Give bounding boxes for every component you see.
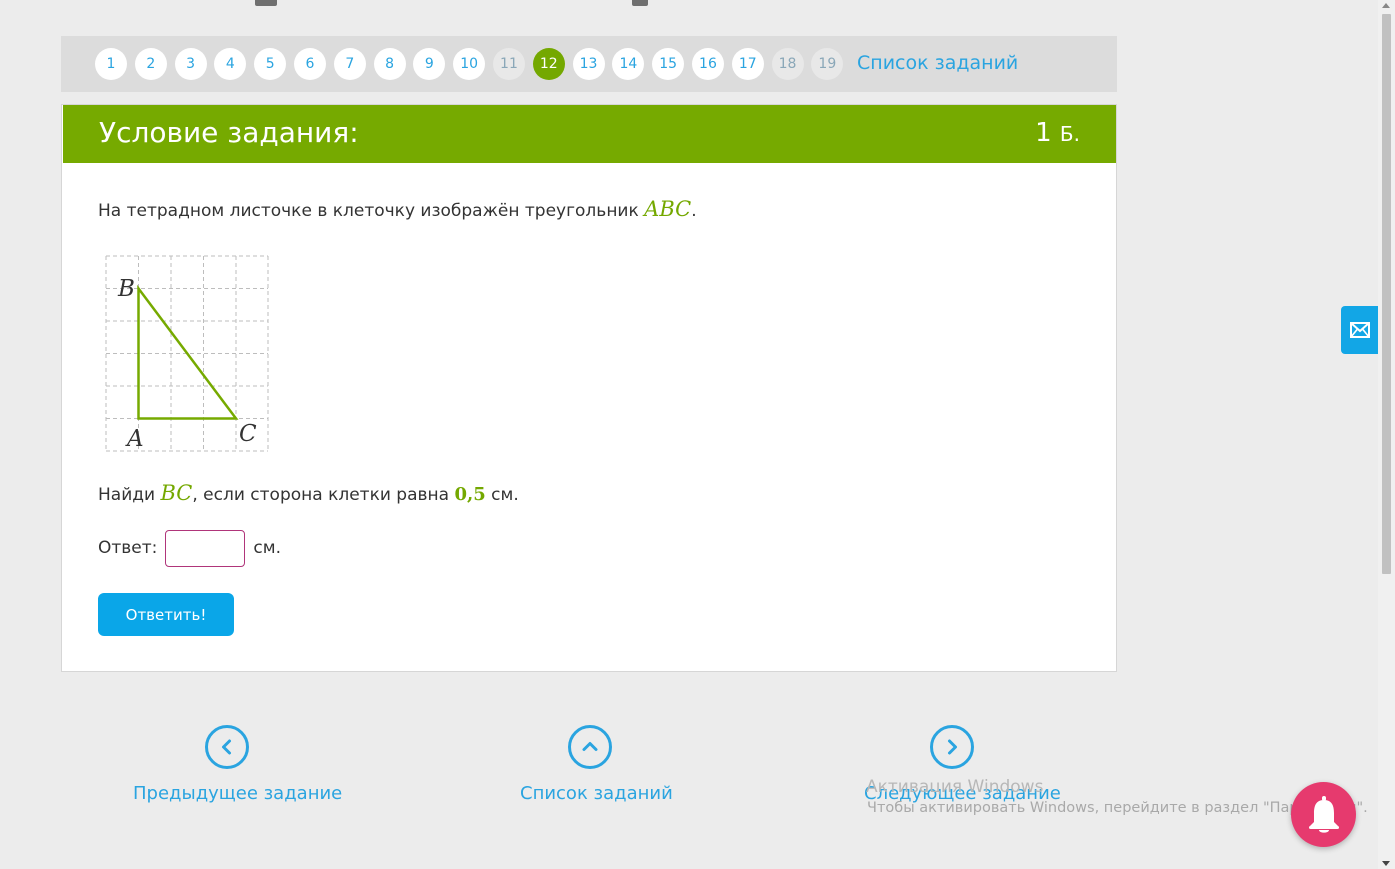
prev-task-label[interactable]: Предыдущее задание — [133, 783, 342, 804]
question-suffix: см. — [485, 485, 519, 505]
pagination-item-14[interactable]: 14 — [612, 48, 645, 80]
pagination-item-11[interactable]: 11 — [492, 48, 525, 80]
pagination-item-12[interactable]: 12 — [532, 48, 565, 80]
question-math: BC — [160, 481, 193, 505]
pagination-item-1[interactable]: 1 — [95, 48, 127, 80]
pagination-numbers: 1 2 3 4 5 6 7 8 9 10 11 12 13 14 15 16 17 18 19 — [95, 48, 851, 80]
pagination-item-4[interactable]: 4 — [214, 48, 247, 80]
pagination-item-18[interactable]: 18 — [771, 48, 804, 80]
notification-bell-button[interactable] — [1291, 782, 1356, 847]
prev-task-nav[interactable]: Предыдущее задание — [133, 725, 342, 804]
pagination-item-16[interactable]: 16 — [691, 48, 724, 80]
pagination-item-19[interactable]: 19 — [811, 48, 844, 80]
statement-text: На тетрадном листочке в клеточку изображ… — [98, 201, 645, 221]
task-card: Условие задания: 1 Б. На тетрадном листо… — [61, 104, 1117, 672]
pagination-item-8[interactable]: 8 — [373, 48, 406, 80]
scroll-up-arrow-icon[interactable] — [1382, 3, 1390, 8]
windows-activation-title: Активация Windows — [866, 777, 1044, 797]
chevron-right-icon[interactable] — [930, 725, 974, 769]
grid-triangle-drawing: B A C — [105, 255, 269, 452]
pagination-item-17[interactable]: 17 — [731, 48, 764, 80]
page-scrollbar[interactable] — [1378, 0, 1395, 869]
task-statement: На тетрадном листочке в клеточку изображ… — [98, 197, 697, 221]
pagination-item-3[interactable]: 3 — [174, 48, 207, 80]
answer-row: Ответ: см. — [98, 529, 281, 567]
vertex-label-c: C — [239, 421, 257, 447]
page: 1 2 3 4 5 6 7 8 9 10 11 12 13 14 15 16 17 18 19 Список зад… — [0, 0, 1395, 869]
question-value: 0,5 — [454, 484, 486, 505]
feedback-mail-tab[interactable] — [1341, 306, 1379, 354]
pagination-item-9[interactable]: 9 — [413, 48, 446, 80]
answer-unit: см. — [253, 538, 281, 558]
bell-icon[interactable] — [1306, 795, 1342, 835]
task-header-title: Условие задания: — [99, 116, 359, 149]
answer-input[interactable] — [165, 529, 246, 567]
chevron-up-icon[interactable] — [568, 725, 612, 769]
cut-off-heading — [0, 0, 1395, 8]
task-list-link[interactable]: Список заданий — [857, 52, 1018, 74]
submit-answer-button[interactable]: Ответить! — [98, 593, 234, 636]
pagination-item-15[interactable]: 15 — [652, 48, 685, 80]
chevron-left-icon[interactable] — [205, 725, 249, 769]
pagination-item-7[interactable]: 7 — [333, 48, 366, 80]
task-pagination: 1 2 3 4 5 6 7 8 9 10 11 12 13 14 15 16 17 18 19 Список зад… — [61, 36, 1117, 92]
answer-label: Ответ: — [98, 538, 158, 558]
triangle-figure: B A C — [102, 252, 272, 452]
statement-math: ABC — [644, 197, 692, 221]
pagination-item-10[interactable]: 10 — [453, 48, 486, 80]
task-list-nav[interactable]: Список заданий — [520, 725, 673, 804]
vertex-label-a: A — [125, 426, 144, 452]
statement-end: . — [691, 201, 697, 221]
scroll-down-arrow-icon[interactable] — [1382, 861, 1390, 866]
task-question: Найди BC, если сторона клетки равна 0,5 … — [98, 481, 519, 505]
mail-icon[interactable] — [1350, 322, 1370, 338]
pagination-item-13[interactable]: 13 — [572, 48, 605, 80]
question-middle: , если сторона клетки равна — [192, 485, 455, 505]
pagination-item-5[interactable]: 5 — [254, 48, 287, 80]
question-prefix: Найди — [98, 485, 161, 505]
scrollbar-thumb[interactable] — [1382, 14, 1391, 574]
task-points: 1 Б. — [1035, 118, 1080, 148]
task-card-header: Условие задания: 1 Б. — [63, 105, 1116, 163]
points-unit: Б. — [1059, 122, 1080, 146]
pagination-item-6[interactable]: 6 — [293, 48, 326, 80]
task-list-label[interactable]: Список заданий — [520, 783, 673, 804]
pagination-item-2[interactable]: 2 — [134, 48, 167, 80]
vertex-label-b: B — [117, 276, 135, 302]
points-value: 1 — [1035, 118, 1052, 148]
